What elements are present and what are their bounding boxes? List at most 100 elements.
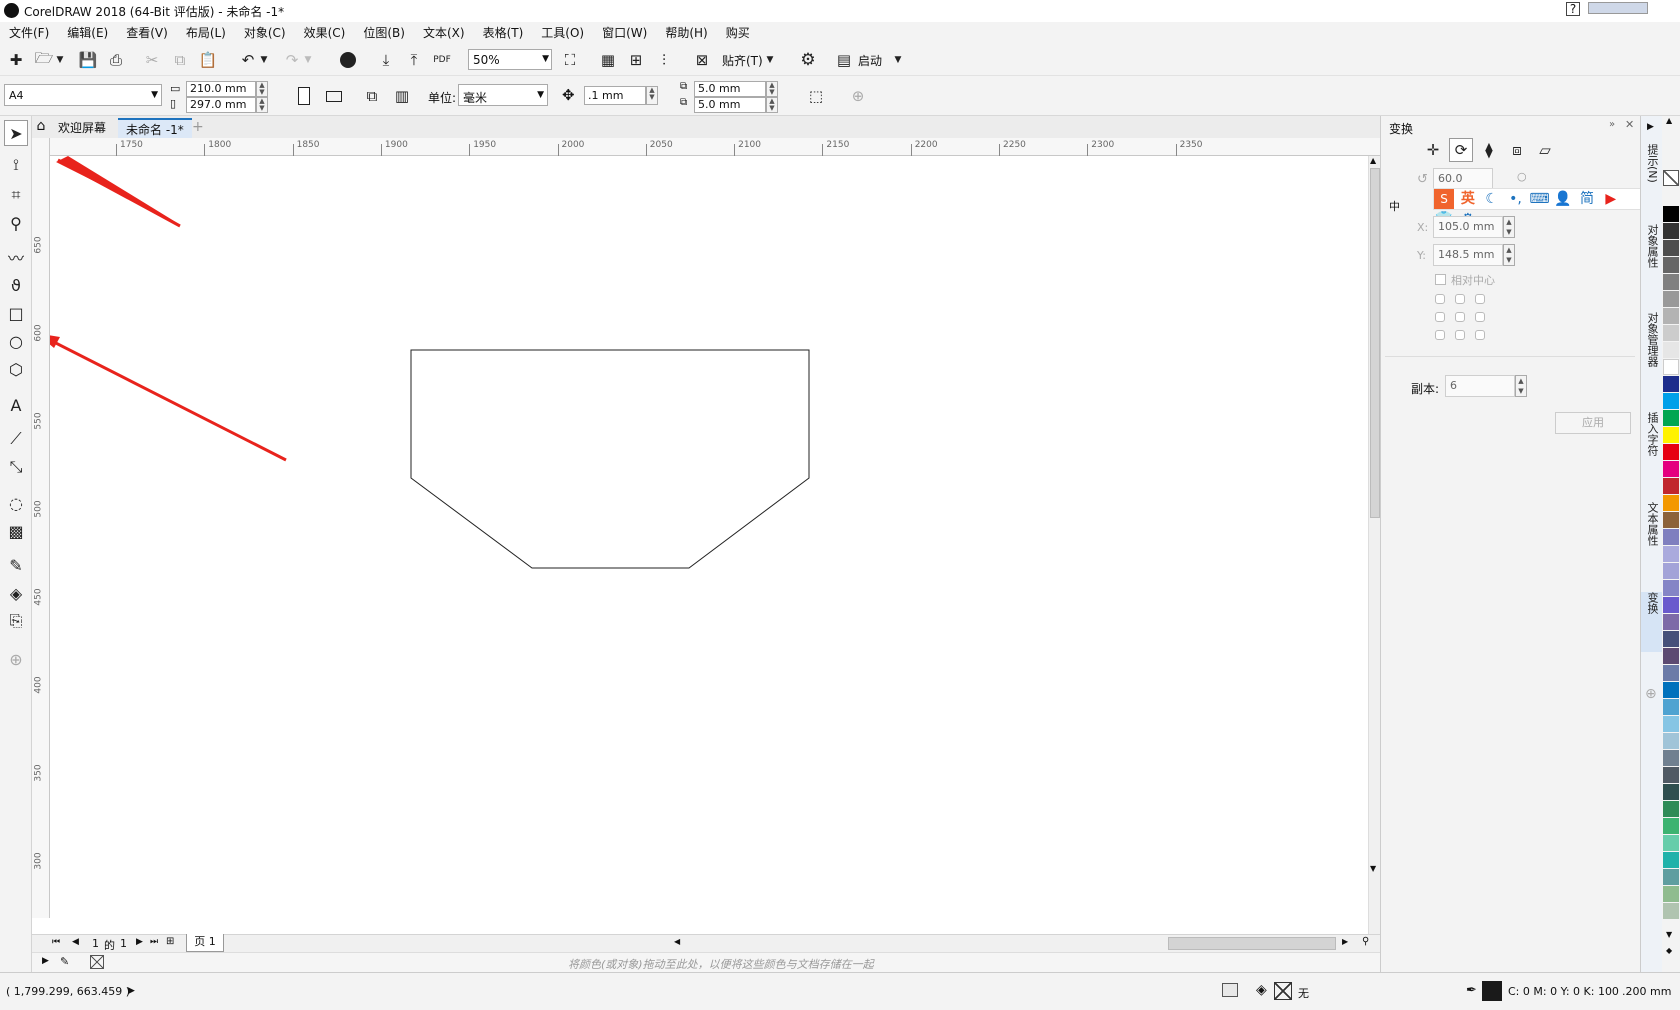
punctuation-icon[interactable]: •, <box>1505 189 1525 209</box>
anchor-middle-left[interactable] <box>1435 312 1445 322</box>
skew-icon[interactable]: ▱ <box>1533 138 1557 162</box>
page-size-select[interactable]: A4 ▼ <box>4 84 162 106</box>
copy-icon[interactable]: ⧉ <box>168 48 192 72</box>
snap-off-icon[interactable]: ⊠ <box>690 48 714 72</box>
outline-pen-icon[interactable]: ✒ <box>1466 983 1477 998</box>
nudge-distance-input[interactable]: .1 mm <box>584 86 646 105</box>
scroll-left-icon[interactable]: ◀ <box>674 937 680 946</box>
video-icon[interactable]: ▶ <box>1601 189 1621 209</box>
show-guidelines-icon[interactable]: ⫶ <box>652 48 676 72</box>
horizontal-scroll-thumb[interactable] <box>1168 937 1336 950</box>
color-swatch[interactable] <box>1663 325 1679 341</box>
redo-icon[interactable]: ↷ <box>280 48 304 72</box>
vertical-ruler[interactable]: 650 600 550 500 450 400 350 300 <box>32 138 50 918</box>
add-tab-icon[interactable]: + <box>192 119 204 135</box>
color-swatch[interactable] <box>1663 410 1679 426</box>
palette-scroll-up-icon[interactable]: ▲ <box>1666 116 1672 125</box>
fill-bucket-icon[interactable]: ◈ <box>1256 982 1267 998</box>
color-swatch[interactable] <box>1663 546 1679 562</box>
color-swatch[interactable] <box>1663 240 1679 256</box>
zoom-level-select[interactable]: 50% ▼ <box>468 49 552 70</box>
color-swatch[interactable] <box>1663 427 1679 443</box>
color-swatch[interactable] <box>1663 733 1679 749</box>
show-grid-icon[interactable]: ⊞ <box>624 48 648 72</box>
landscape-icon[interactable] <box>322 84 346 108</box>
center-y-input[interactable]: 148.5 mm <box>1433 244 1503 266</box>
units-select[interactable]: 毫米 ▼ <box>458 84 548 106</box>
color-swatch[interactable] <box>1663 444 1679 460</box>
current-page-icon[interactable]: ▥ <box>390 84 414 108</box>
tab-insert-character[interactable]: 插入字符 <box>1641 412 1663 492</box>
anchor-middle-right[interactable] <box>1475 312 1485 322</box>
page-tab-1[interactable]: 页 1 <box>186 934 224 952</box>
rotate-icon[interactable]: ⟳ <box>1449 138 1473 162</box>
save-icon[interactable]: 💾 <box>76 48 100 72</box>
pick-tool-icon[interactable]: ➤ <box>4 120 28 146</box>
options-gear-icon[interactable]: ⚙ <box>796 48 820 72</box>
no-color-swatch[interactable] <box>1663 170 1679 186</box>
color-swatch[interactable] <box>1663 784 1679 800</box>
scale-mirror-icon[interactable]: ⧫ <box>1477 138 1501 162</box>
freehand-tool-icon[interactable]: 〰 <box>4 244 28 270</box>
page-height-input[interactable]: 297.0 mm <box>186 97 256 113</box>
color-swatch[interactable] <box>1663 801 1679 817</box>
color-swatch[interactable] <box>1663 206 1679 222</box>
new-document-icon[interactable]: ✚ <box>4 48 28 72</box>
menu-item-12[interactable]: 购买 <box>717 22 759 44</box>
zoom-tool-icon[interactable]: ⚲ <box>4 210 28 236</box>
ime-logo-icon[interactable]: S <box>1434 189 1454 209</box>
size-icon[interactable]: ⧈ <box>1505 138 1529 162</box>
print-icon[interactable]: ⎙ <box>104 48 128 72</box>
menu-item-2[interactable]: 查看(V) <box>117 22 177 44</box>
color-swatch[interactable] <box>1663 886 1679 902</box>
no-color-swatch[interactable] <box>90 955 104 969</box>
color-swatch[interactable] <box>1663 767 1679 783</box>
palette-menu-icon[interactable]: ▶ <box>42 956 49 966</box>
color-swatch[interactable] <box>1663 495 1679 511</box>
horizontal-ruler[interactable]: 1750 1800 1850 1900 1950 2000 2050 2100 2150 2200… <box>50 138 1380 156</box>
color-eyedropper-tool-icon[interactable]: ✎ <box>4 552 28 578</box>
duplicate-y-spinner[interactable]: ▲ ▼ <box>766 97 778 113</box>
color-swatch[interactable] <box>1663 376 1679 392</box>
color-swatch[interactable] <box>1663 342 1679 358</box>
tab-text-properties[interactable]: 文本属性 <box>1641 502 1663 582</box>
docker-close-icon[interactable]: ✕ <box>1625 118 1634 131</box>
color-swatch[interactable] <box>1663 223 1679 239</box>
color-swatch[interactable] <box>1663 529 1679 545</box>
shape-tool-icon[interactable]: ⟟ <box>4 152 28 178</box>
scroll-down-icon[interactable]: ▼ <box>1370 864 1376 873</box>
color-swatch[interactable] <box>1663 750 1679 766</box>
smart-fill-tool-icon[interactable]: ⎘ <box>4 608 28 634</box>
snap-to-menu[interactable]: 贴齐(T) <box>722 52 763 69</box>
menu-item-4[interactable]: 对象(C) <box>235 22 295 44</box>
tab-object-properties[interactable]: 对象属性 <box>1641 224 1663 304</box>
color-proof-icon[interactable] <box>1222 983 1238 997</box>
tab-transform[interactable]: 变换 <box>1641 592 1663 652</box>
keyboard-icon[interactable]: ⌨ <box>1529 189 1549 209</box>
portrait-icon[interactable] <box>292 84 316 108</box>
color-swatch[interactable] <box>1663 682 1679 698</box>
rotation-angle-input[interactable]: 60.0 <box>1433 168 1493 190</box>
outline-color-swatch[interactable] <box>1482 981 1502 1001</box>
add-docker-icon[interactable]: ⊕ <box>1645 686 1657 702</box>
import-icon[interactable]: ⤓ <box>374 48 398 72</box>
transparency-tool-icon[interactable]: ▩ <box>4 518 28 544</box>
rectangle-tool-icon[interactable]: □ <box>4 300 28 326</box>
publish-pdf-icon[interactable]: PDF <box>430 48 454 72</box>
connector-tool-icon[interactable]: ⤡ <box>4 454 28 480</box>
color-swatch[interactable] <box>1663 461 1679 477</box>
page-width-input[interactable]: 210.0 mm <box>186 81 256 97</box>
drop-shadow-tool-icon[interactable]: ◌ <box>4 490 28 516</box>
polygon-tool-icon[interactable]: ⬡ <box>4 356 28 382</box>
color-swatch[interactable] <box>1663 665 1679 681</box>
anchor-top-center[interactable] <box>1455 294 1465 304</box>
ime-status-icon[interactable] <box>1588 2 1648 14</box>
export-icon[interactable]: ⤒ <box>402 48 426 72</box>
first-page-icon[interactable]: ⏮ <box>52 937 60 947</box>
next-page-icon[interactable]: ▶ <box>136 937 143 947</box>
application-launcher-icon[interactable]: ▤ <box>832 48 856 72</box>
color-swatch[interactable] <box>1663 818 1679 834</box>
tab-object-manager[interactable]: 对象管理器 <box>1641 312 1663 402</box>
color-swatch[interactable] <box>1663 903 1679 919</box>
anchor-bottom-left[interactable] <box>1435 330 1445 340</box>
